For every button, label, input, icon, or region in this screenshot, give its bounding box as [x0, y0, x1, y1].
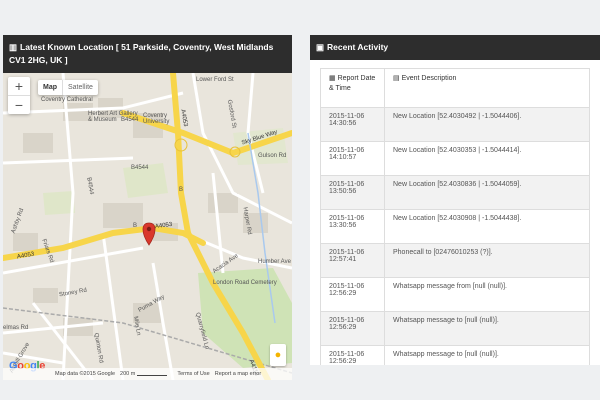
- map-data-text: Map data ©2015 Google: [55, 371, 116, 377]
- report-error-link[interactable]: Report a map error: [215, 371, 261, 377]
- event-cell: New Location [52.4030353 | -1.5044414].: [384, 141, 590, 176]
- row-time: 12:56:29: [329, 290, 357, 297]
- date-cell: 2015-11-06 13:50:56: [320, 175, 385, 210]
- road-label: B4544: [131, 165, 149, 171]
- table-header-row: ▦ Report Date & Time ▤ Event Description: [320, 68, 590, 108]
- map-view[interactable]: A4053 Sky Blue Way Lower Ford St Gosford…: [3, 73, 292, 380]
- date-cell: 2015-11-06 12:56:29: [320, 311, 385, 346]
- table-row[interactable]: 2015-11-06 12:56:29 Whatsapp message from …: [320, 277, 590, 312]
- calendar-icon: ▦: [329, 75, 336, 82]
- table-row[interactable]: 2015-11-06 13:50:56 New Location [52.40308…: [320, 175, 590, 210]
- terms-link[interactable]: Terms of Use: [177, 371, 209, 377]
- event-cell: New Location [52.4030492 | -1.5044406].: [384, 107, 590, 142]
- date-cell: 2015-11-06 13:30:56: [320, 209, 385, 244]
- column-header-date-label: Report Date & Time: [329, 75, 376, 92]
- row-date: 2015-11-06: [329, 317, 365, 324]
- row-time: 13:50:56: [329, 188, 357, 195]
- table-row[interactable]: 2015-11-06 12:57:41 Phonecall to [02476010…: [320, 243, 590, 278]
- activity-table: ▦ Report Date & Time ▤ Event Description…: [320, 68, 590, 365]
- road-label: Humber Ave: [258, 259, 291, 265]
- inbox-icon: ▤: [393, 75, 400, 82]
- event-cell: Whatsapp message to [null (null)].: [384, 345, 590, 365]
- map-type-control: Map Satellite: [38, 80, 98, 95]
- table-row[interactable]: 2015-11-06 12:56:29 Whatsapp message to [n…: [320, 345, 590, 365]
- briefcase-icon: ▣: [316, 42, 325, 52]
- event-cell: New Location [52.4030836 | -1.5044059].: [384, 175, 590, 210]
- event-cell: New Location [52.4030908 | -1.5044438].: [384, 209, 590, 244]
- row-date: 2015-11-06: [329, 147, 365, 154]
- row-time: 14:30:56: [329, 120, 357, 127]
- zoom-control: + −: [8, 77, 30, 114]
- street-view-pegman-icon[interactable]: ●: [270, 344, 286, 366]
- row-time: 12:56:29: [329, 358, 357, 365]
- date-cell: 2015-11-06 12:57:41: [320, 243, 385, 278]
- road-label: Lower Ford St: [196, 77, 234, 83]
- table-row[interactable]: 2015-11-06 12:56:29 Whatsapp message to [n…: [320, 311, 590, 346]
- row-date: 2015-11-06: [329, 283, 365, 290]
- map-type-satellite-button[interactable]: Satellite: [62, 80, 98, 95]
- place-label: Coventry University: [143, 113, 170, 125]
- building-icon: ▥: [9, 42, 18, 52]
- location-panel-header: ▥ Latest Known Location [ 51 Parkside, Co…: [3, 35, 292, 73]
- row-time: 12:57:41: [329, 256, 357, 263]
- event-cell: Phonecall to [02476010253 (?)].: [384, 243, 590, 278]
- date-cell: 2015-11-06 12:56:29: [320, 277, 385, 312]
- location-panel: ▥ Latest Known Location [ 51 Parkside, Co…: [3, 35, 292, 380]
- row-date: 2015-11-06: [329, 215, 365, 222]
- row-date: 2015-11-06: [329, 249, 365, 256]
- table-row[interactable]: 2015-11-06 13:30:56 New Location [52.40309…: [320, 209, 590, 244]
- row-time: 12:56:29: [329, 324, 357, 331]
- zoom-in-button[interactable]: +: [8, 77, 30, 95]
- column-header-event-label: Event Description: [401, 75, 457, 82]
- date-cell: 2015-11-06 14:10:57: [320, 141, 385, 176]
- map-scale-bar: [137, 372, 168, 376]
- road-label: B: [179, 187, 184, 193]
- road-label: Gulson Rd: [258, 153, 287, 159]
- column-header-date[interactable]: ▦ Report Date & Time: [320, 68, 385, 108]
- place-label: Coventry Cathedral: [41, 97, 93, 103]
- location-panel-title: Latest Known Location [ 51 Parkside, Cov…: [9, 42, 274, 65]
- table-row[interactable]: 2015-11-06 14:10:57 New Location [52.40303…: [320, 141, 590, 176]
- activity-panel: ▣ Recent Activity ▦ Report Date & Time ▤ …: [310, 35, 600, 365]
- map-type-map-button[interactable]: Map: [38, 80, 62, 95]
- row-time: 14:10:57: [329, 154, 357, 161]
- zoom-out-button[interactable]: −: [8, 95, 30, 114]
- row-date: 2015-11-06: [329, 113, 365, 120]
- activity-panel-header: ▣ Recent Activity: [310, 35, 600, 60]
- date-cell: 2015-11-06 12:56:29: [320, 345, 385, 365]
- row-date: 2015-11-06: [329, 181, 365, 188]
- date-cell: 2015-11-06 14:30:56: [320, 107, 385, 142]
- road-label: B4544: [121, 117, 139, 123]
- event-cell: Whatsapp message to [null (null)].: [384, 311, 590, 346]
- column-header-event[interactable]: ▤ Event Description: [384, 68, 590, 108]
- row-date: 2015-11-06: [329, 351, 365, 358]
- road-label: B: [133, 223, 138, 229]
- event-cell: Whatsapp message from [null (null)].: [384, 277, 590, 312]
- activity-panel-title: Recent Activity: [327, 42, 389, 52]
- map-attribution: Map data ©2015 Google 200 m Terms of Use…: [3, 368, 292, 380]
- place-label: London Road Cemetery: [213, 280, 277, 286]
- table-row[interactable]: 2015-11-06 14:30:56 New Location [52.40304…: [320, 107, 590, 142]
- map-scale: 200 m: [120, 371, 136, 377]
- road-label: elmas Rd: [3, 325, 29, 331]
- row-time: 13:30:56: [329, 222, 357, 229]
